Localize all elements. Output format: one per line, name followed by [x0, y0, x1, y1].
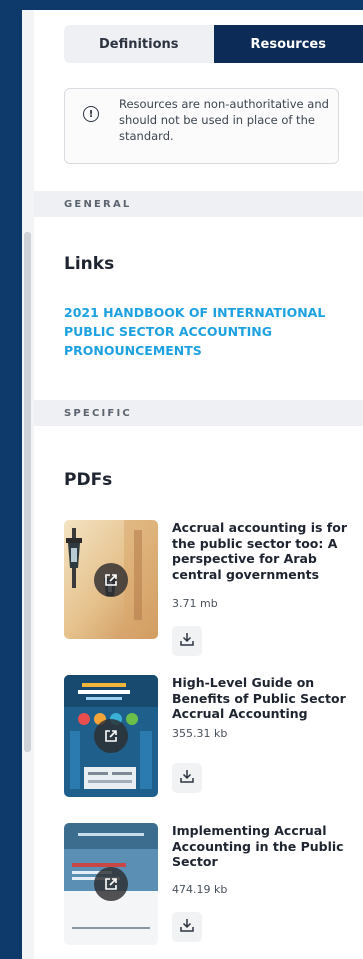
resources-panel: Definitions Resources ! Resources are no…	[22, 10, 363, 959]
disclaimer-notice: ! Resources are non-authoritative and sh…	[64, 88, 339, 164]
pdf-title[interactable]: High-Level Guide on Benefits of Public S…	[172, 675, 357, 722]
download-icon	[179, 917, 195, 937]
handbook-link[interactable]: 2021 Handbook of International Public Se…	[64, 303, 359, 360]
disclaimer-text: Resources are non-authoritative and shou…	[119, 97, 329, 143]
pdf-item: Accrual accounting is for the public sec…	[64, 520, 363, 656]
pdf-file-size: 474.19 kb	[172, 883, 228, 896]
links-heading: Links	[64, 254, 115, 274]
pdf-thumbnail[interactable]	[64, 675, 158, 797]
pdf-file-size: 3.71 mb	[172, 597, 218, 610]
pdf-title[interactable]: Accrual accounting is for the public sec…	[172, 520, 357, 582]
download-button[interactable]	[172, 763, 202, 793]
download-button[interactable]	[172, 912, 202, 942]
open-external-icon[interactable]	[94, 719, 128, 753]
pdf-file-size: 355.31 kb	[172, 727, 228, 740]
tab-definitions[interactable]: Definitions	[64, 25, 214, 63]
info-icon: !	[83, 106, 99, 122]
scrollbar-thumb[interactable]	[24, 232, 31, 752]
scrollbar-track[interactable]	[22, 10, 34, 959]
pdf-item: Implementing Accrual Accounting in the P…	[64, 823, 363, 953]
section-header-general: GENERAL	[34, 191, 363, 217]
section-header-specific: SPECIFIC	[34, 400, 363, 426]
download-icon	[179, 768, 195, 788]
open-external-icon[interactable]	[94, 562, 128, 597]
pdf-thumbnail[interactable]	[64, 520, 158, 639]
download-icon	[179, 631, 195, 651]
open-external-icon[interactable]	[94, 867, 128, 901]
download-button[interactable]	[172, 626, 202, 656]
pdfs-heading: PDFs	[64, 470, 113, 490]
tab-bar: Definitions Resources	[64, 25, 363, 63]
pdf-item: High-Level Guide on Benefits of Public S…	[64, 675, 363, 805]
pdf-thumbnail[interactable]	[64, 823, 158, 945]
tab-resources[interactable]: Resources	[213, 25, 363, 63]
pdf-title[interactable]: Implementing Accrual Accounting in the P…	[172, 823, 357, 870]
